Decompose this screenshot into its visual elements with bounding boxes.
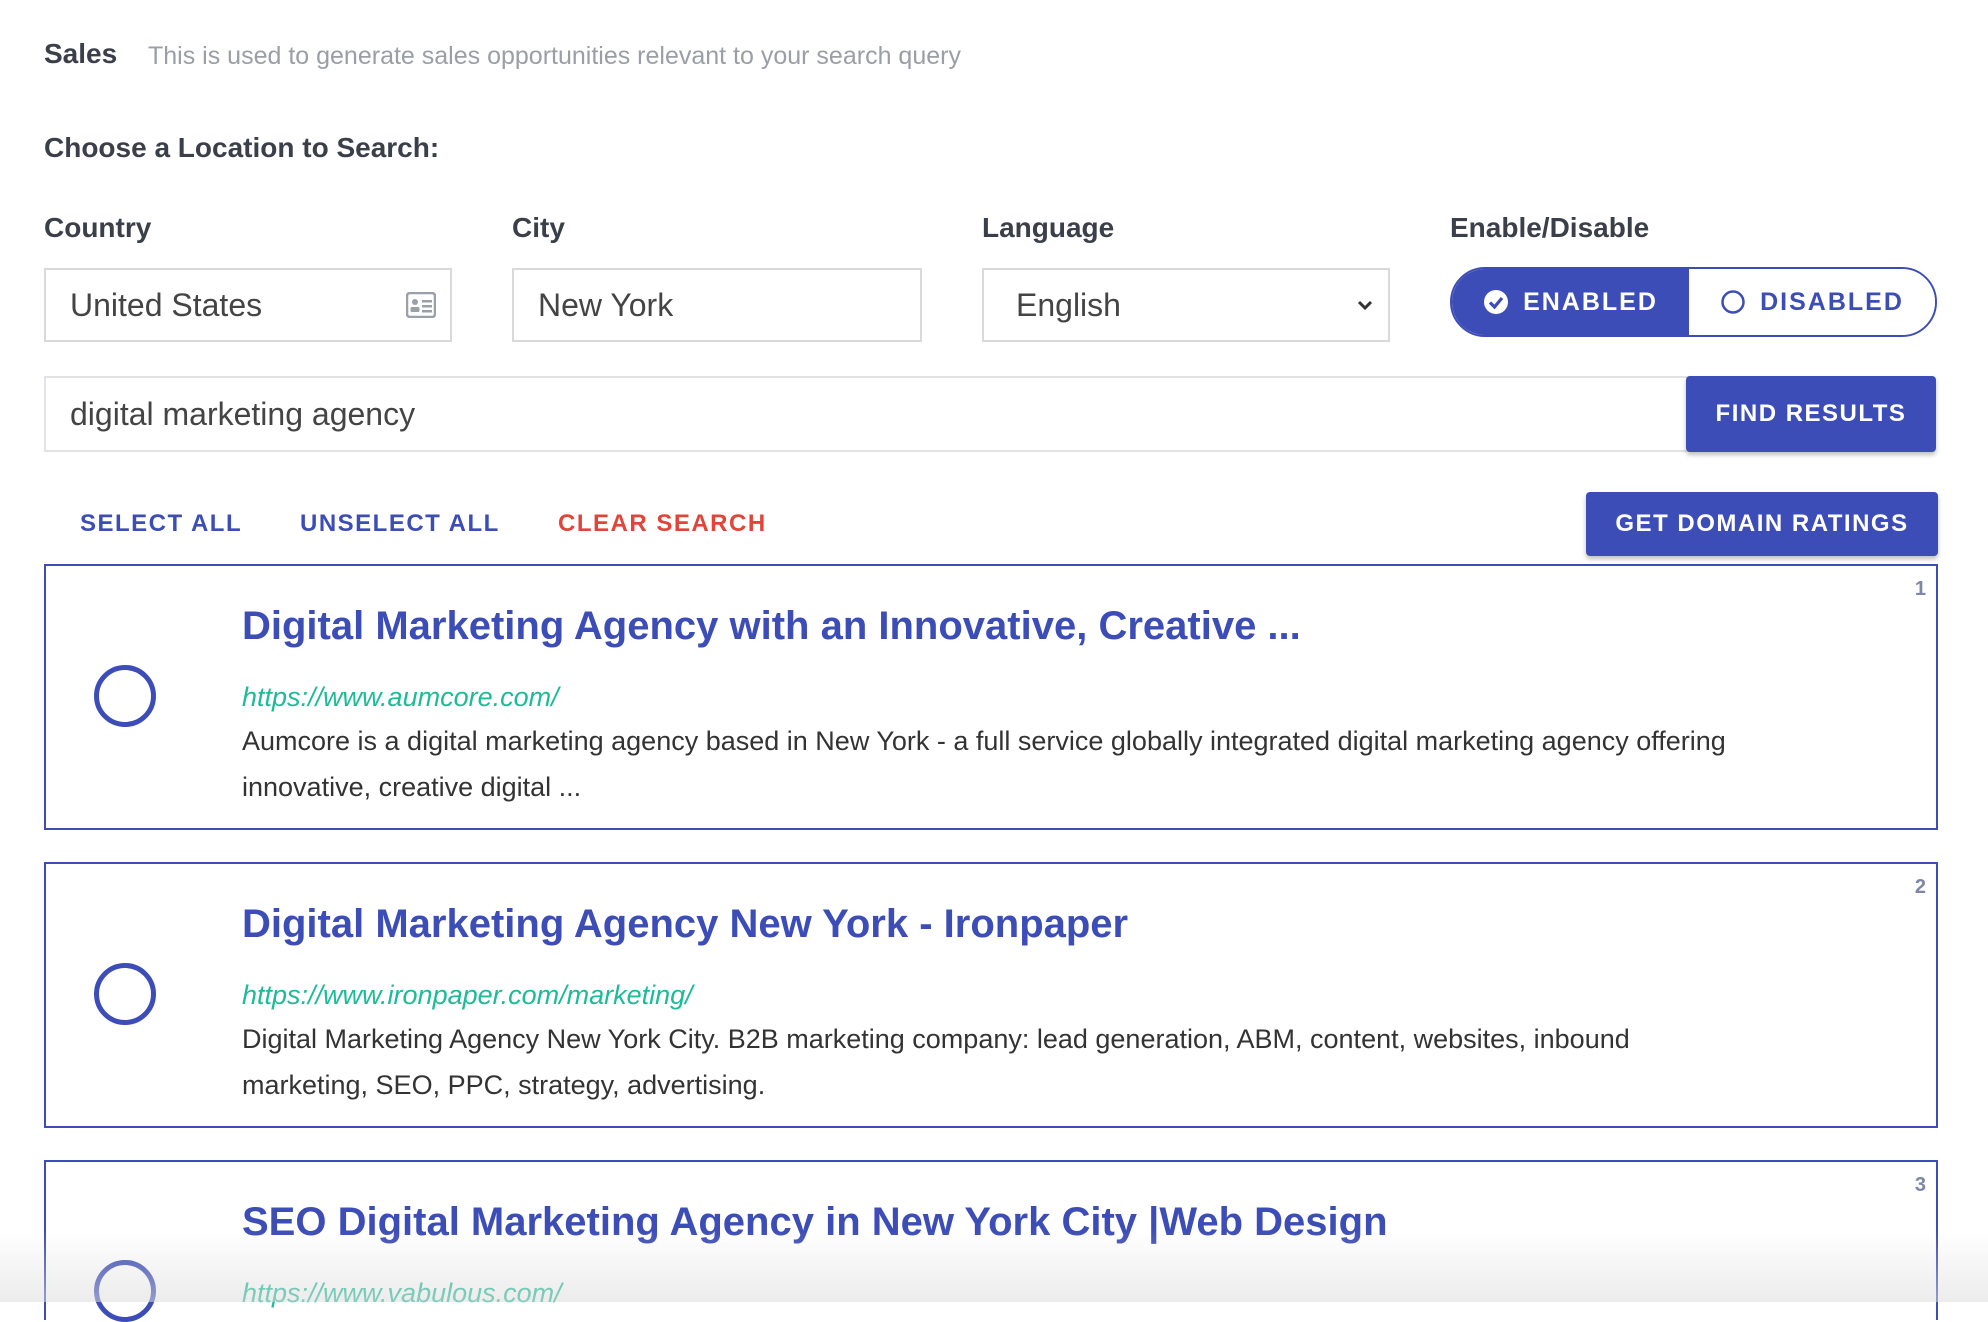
empty-circle-icon bbox=[1721, 290, 1745, 314]
city-field[interactable]: New York bbox=[512, 268, 922, 342]
result-url[interactable]: https://www.vabulous.com/ bbox=[242, 1278, 562, 1309]
disabled-label: DISABLED bbox=[1760, 287, 1904, 316]
result-url[interactable]: https://www.ironpaper.com/marketing/ bbox=[242, 980, 693, 1011]
search-query: digital marketing agency bbox=[70, 395, 416, 432]
country-value: United States bbox=[70, 286, 263, 323]
result-select-radio[interactable] bbox=[94, 963, 156, 1025]
check-circle-icon bbox=[1484, 290, 1509, 314]
result-rank: 1 bbox=[1914, 578, 1926, 600]
get-domain-ratings-button[interactable]: GET DOMAIN RATINGS bbox=[1586, 492, 1938, 556]
country-label: Country bbox=[44, 212, 152, 243]
result-url[interactable]: https://www.aumcore.com/ bbox=[242, 682, 559, 713]
enabled-option[interactable]: ENABLED bbox=[1452, 269, 1689, 335]
result-rank: 3 bbox=[1914, 1174, 1926, 1196]
result-card: 1 Digital Marketing Agency with an Innov… bbox=[44, 564, 1938, 830]
city-label: City bbox=[512, 212, 565, 243]
enabled-label: ENABLED bbox=[1523, 287, 1658, 316]
enable-disable-toggle: ENABLED DISABLED bbox=[1450, 267, 1937, 337]
city-value: New York bbox=[538, 286, 674, 323]
result-title[interactable]: Digital Marketing Agency New York - Iron… bbox=[242, 902, 1128, 947]
result-description: Digital Marketing Agency New York City. … bbox=[242, 1024, 1630, 1100]
chevron-down-icon bbox=[1357, 300, 1373, 311]
section-description: This is used to generate sales opportuni… bbox=[148, 42, 961, 70]
result-title[interactable]: Digital Marketing Agency with an Innovat… bbox=[242, 604, 1301, 649]
contact-card-icon bbox=[406, 292, 436, 318]
disabled-option[interactable]: DISABLED bbox=[1689, 269, 1935, 335]
result-card: 2 Digital Marketing Agency New York - Ir… bbox=[44, 862, 1938, 1128]
language-label: Language bbox=[982, 212, 1115, 243]
select-all-button[interactable]: SELECT ALL bbox=[80, 510, 242, 538]
toggle-label: Enable/Disable bbox=[1450, 212, 1650, 243]
country-field[interactable]: United States bbox=[44, 268, 452, 342]
find-results-button[interactable]: FIND RESULTS bbox=[1686, 376, 1936, 452]
result-description: Aumcore is a digital marketing agency ba… bbox=[242, 726, 1726, 802]
unselect-all-button[interactable]: UNSELECT ALL bbox=[300, 510, 500, 538]
clear-search-button[interactable]: CLEAR SEARCH bbox=[558, 510, 767, 538]
result-card: 3 SEO Digital Marketing Agency in New Yo… bbox=[44, 1160, 1938, 1322]
section-title: Sales bbox=[44, 38, 118, 69]
location-heading: Choose a Location to Search: bbox=[44, 132, 440, 163]
result-title[interactable]: SEO Digital Marketing Agency in New York… bbox=[242, 1200, 1388, 1245]
result-select-radio[interactable] bbox=[94, 665, 156, 727]
language-value: English bbox=[1016, 286, 1121, 323]
result-select-radio[interactable] bbox=[94, 1260, 156, 1322]
search-input[interactable]: digital marketing agency bbox=[44, 376, 1690, 452]
language-select[interactable]: English bbox=[982, 268, 1390, 342]
result-rank: 2 bbox=[1914, 876, 1926, 898]
